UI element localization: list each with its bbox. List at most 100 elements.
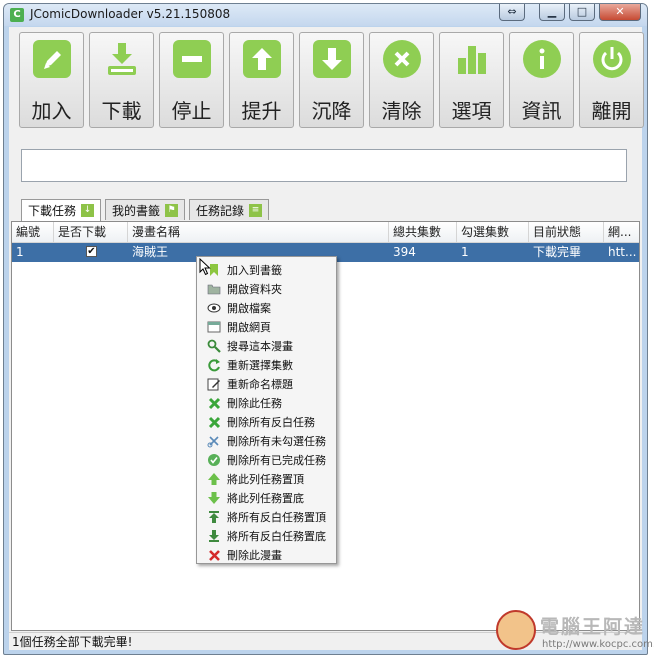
menu-item-label: 刪除此任務 xyxy=(227,397,282,410)
column-header[interactable]: 目前狀態 xyxy=(529,222,604,242)
watermark: 電腦王阿達 http://www.kocpc.com.tw xyxy=(496,610,654,656)
clear-button[interactable]: 清除 xyxy=(369,32,434,128)
column-header[interactable]: 網... xyxy=(604,222,639,242)
download-button[interactable]: 下載 xyxy=(89,32,154,128)
column-header[interactable]: 總共集數 xyxy=(389,222,457,242)
raise-label: 提升 xyxy=(241,99,282,123)
swap-window-button[interactable]: ⇔ xyxy=(499,4,525,21)
menu-item-open-webpage[interactable]: 開啟網頁 xyxy=(197,318,336,336)
search-icon xyxy=(207,339,221,353)
info-label: 資訊 xyxy=(521,99,562,123)
stop-label: 停止 xyxy=(171,99,212,123)
minus-icon xyxy=(173,40,211,78)
tab-bar: 下載任務 ↓ 我的書籤 ⚑ 任務記錄 ≡ xyxy=(21,199,270,221)
close-button[interactable]: ✕ xyxy=(599,4,641,21)
arrow-down-icon xyxy=(313,40,351,78)
menu-item-delete-completed[interactable]: 刪除所有已完成任務 xyxy=(197,451,336,469)
menu-item-label: 重新命名標題 xyxy=(227,378,293,391)
tab-task-records[interactable]: 任務記錄 ≡ xyxy=(189,199,270,220)
column-header[interactable]: 漫畫名稱 xyxy=(128,222,389,242)
menu-item-label: 加入到書籤 xyxy=(227,264,282,277)
maximize-button[interactable]: □ xyxy=(569,4,595,21)
delete-green-icon xyxy=(207,415,221,429)
document-icon: ≡ xyxy=(249,203,263,217)
menu-item-move-all-top[interactable]: 將所有反白任務置頂 xyxy=(197,508,336,526)
x-circle-icon xyxy=(383,40,421,78)
delete-red-icon xyxy=(207,548,221,562)
app-icon: C xyxy=(10,8,24,22)
tab-label: 下載任務 xyxy=(28,204,77,218)
exit-button[interactable]: 離開 xyxy=(579,32,644,128)
arrow-down-icon xyxy=(207,491,221,505)
sink-label: 沉降 xyxy=(311,99,352,123)
clear-label: 清除 xyxy=(381,99,422,123)
title-bar[interactable]: C JComicDownloader v5.21.150808 ⇔ ▁ □ ✕ xyxy=(4,4,647,26)
pencil-icon xyxy=(33,40,71,78)
menu-item-open-file[interactable]: 開啟檔案 xyxy=(197,299,336,317)
row-status: 下載完畢 xyxy=(533,245,582,259)
menu-item-label: 開啟檔案 xyxy=(227,302,271,315)
minimize-button[interactable]: ▁ xyxy=(539,4,565,21)
url-input[interactable] xyxy=(21,149,627,182)
menu-item-label: 將所有反白任務置頂 xyxy=(227,511,326,524)
menu-item-label: 重新選擇集數 xyxy=(227,359,293,372)
toolbar: 加入 下載 停止 提升 沉降 清除 選項 資訊 離開 xyxy=(19,32,644,128)
arrow-bottom-icon xyxy=(207,529,221,543)
sink-button[interactable]: 沉降 xyxy=(299,32,364,128)
webpage-icon xyxy=(207,320,221,334)
stop-button[interactable]: 停止 xyxy=(159,32,224,128)
folder-icon xyxy=(207,282,221,296)
eye-icon xyxy=(207,301,221,315)
check-circle-icon xyxy=(207,453,221,467)
column-header[interactable]: 編號 xyxy=(12,222,54,242)
row-url: htt... xyxy=(608,245,637,259)
column-header[interactable]: 勾選集數 xyxy=(457,222,529,242)
options-button[interactable]: 選項 xyxy=(439,32,504,128)
menu-item-label: 刪除所有反白任務 xyxy=(227,416,315,429)
watermark-title: 電腦王阿達 xyxy=(540,616,646,638)
scissors-icon xyxy=(207,434,221,448)
window-controls: ⇔ ▁ □ ✕ xyxy=(499,4,641,22)
mascot-logo xyxy=(496,610,536,650)
menu-item-label: 搜尋這本漫畫 xyxy=(227,340,293,353)
menu-item-search-comic[interactable]: 搜尋這本漫畫 xyxy=(197,337,336,355)
download-label: 下載 xyxy=(101,99,142,123)
menu-item-move-top[interactable]: 將此列任務置頂 xyxy=(197,470,336,488)
tab-download-tasks[interactable]: 下載任務 ↓ xyxy=(21,199,102,221)
add-button[interactable]: 加入 xyxy=(19,32,84,128)
menu-item-label: 將此列任務置頂 xyxy=(227,473,304,486)
raise-button[interactable]: 提升 xyxy=(229,32,294,128)
arrow-top-icon xyxy=(207,510,221,524)
menu-item-label: 刪除此漫畫 xyxy=(227,549,282,562)
menu-item-move-bottom[interactable]: 將此列任務置底 xyxy=(197,489,336,507)
menu-item-move-all-bottom[interactable]: 將所有反白任務置底 xyxy=(197,527,336,545)
menu-item-open-folder[interactable]: 開啟資料夾 xyxy=(197,280,336,298)
power-icon xyxy=(593,40,631,78)
menu-item-label: 開啟網頁 xyxy=(227,321,271,334)
tab-label: 任務記錄 xyxy=(196,203,245,218)
menu-item-delete-comic[interactable]: 刪除此漫畫 xyxy=(197,546,336,564)
menu-item-add-bookmark[interactable]: 加入到書籤 xyxy=(197,261,336,279)
add-label: 加入 xyxy=(31,99,72,123)
menu-item-label: 開啟資料夾 xyxy=(227,283,282,296)
menu-item-delete-task[interactable]: 刪除此任務 xyxy=(197,394,336,412)
table-header: 編號 是否下載 漫畫名稱 總共集數 勾選集數 目前狀態 網... xyxy=(12,222,639,243)
watermark-url: http://www.kocpc.com.tw xyxy=(542,639,654,650)
column-header[interactable]: 是否下載 xyxy=(54,222,128,242)
tab-my-bookmarks[interactable]: 我的書籤 ⚑ xyxy=(105,199,186,220)
arrow-up-icon xyxy=(243,40,281,78)
bar-chart-icon xyxy=(453,40,491,78)
context-menu: 加入到書籤 開啟資料夾 開啟檔案 開啟網頁 搜尋這本漫畫 重新選擇集數 重新命名… xyxy=(196,256,337,564)
menu-item-rename-title[interactable]: 重新命名標題 xyxy=(197,375,336,393)
arrow-up-icon xyxy=(207,472,221,486)
menu-item-reselect-episodes[interactable]: 重新選擇集數 xyxy=(197,356,336,374)
edit-icon xyxy=(207,377,221,391)
menu-item-delete-highlighted[interactable]: 刪除所有反白任務 xyxy=(197,413,336,431)
refresh-icon xyxy=(207,358,221,372)
download-checkbox[interactable]: ✔ xyxy=(86,246,97,257)
row-id: 1 xyxy=(16,245,24,259)
menu-item-delete-unchecked[interactable]: 刪除所有未勾選任務 xyxy=(197,432,336,450)
row-total-episodes: 394 xyxy=(393,245,416,259)
delete-green-icon xyxy=(207,396,221,410)
info-button[interactable]: 資訊 xyxy=(509,32,574,128)
